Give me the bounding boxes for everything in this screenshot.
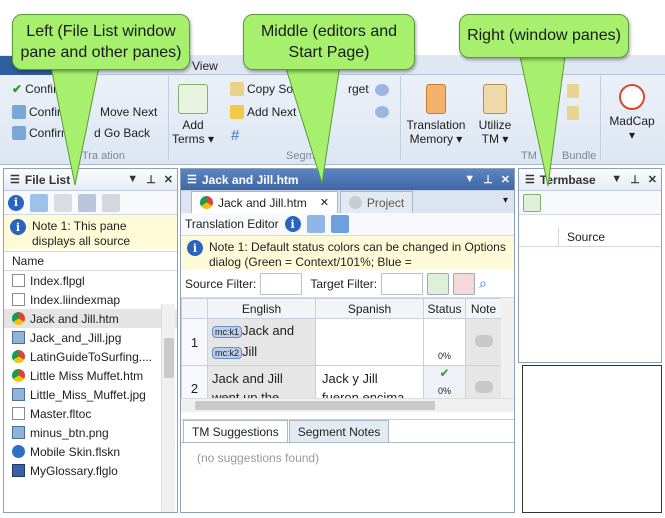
callout-right: Right (window panes) — [459, 14, 629, 58]
callout-middle-text: Middle (editors and Start Page) — [260, 23, 398, 61]
callout-left-text: Left (File List window pane and other pa… — [20, 23, 182, 61]
callout-middle: Middle (editors and Start Page) — [243, 14, 415, 70]
callout-middle-pointer — [284, 64, 341, 184]
callout-pointers — [49, 55, 566, 187]
callout-left: Left (File List window pane and other pa… — [12, 14, 190, 70]
callout-right-pointer — [519, 55, 566, 187]
callout-left-pointer — [49, 61, 101, 186]
callout-right-text: Right (window panes) — [467, 27, 621, 44]
